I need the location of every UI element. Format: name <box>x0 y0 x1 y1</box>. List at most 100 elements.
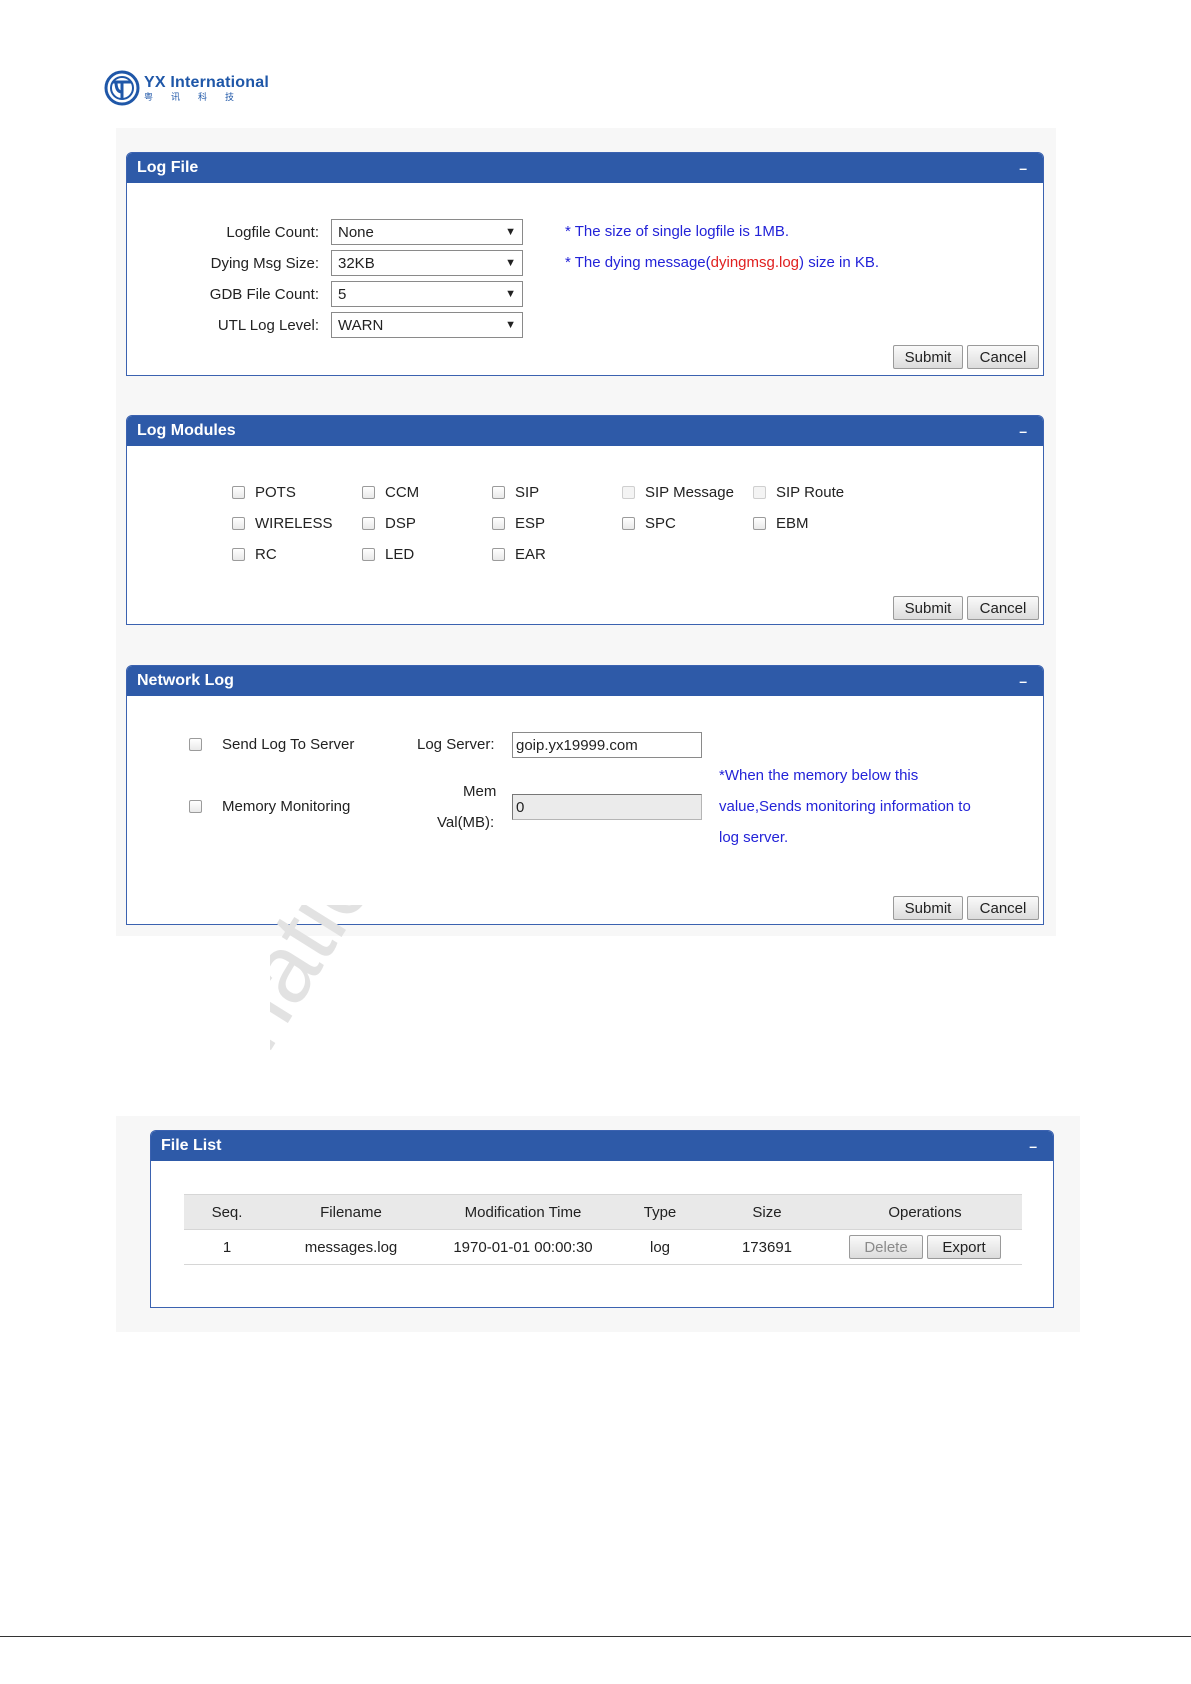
module-ear[interactable]: EAR <box>492 546 546 563</box>
collapse-icon[interactable]: – <box>1019 673 1033 689</box>
logfile-count-row: Logfile Count: None ▼ <box>141 219 523 245</box>
checkbox[interactable] <box>189 800 202 813</box>
file-list-panel: File List – Seq. Filename Modification T… <box>150 1130 1054 1308</box>
select-value: 32KB <box>338 254 375 272</box>
checkbox[interactable] <box>492 548 505 561</box>
mem-label-line1: Mem <box>463 783 497 800</box>
checkbox[interactable] <box>232 486 245 499</box>
logfile-size-note: * The size of single logfile is 1MB. <box>565 223 789 240</box>
select-value: None <box>338 223 374 241</box>
note-text: ) size in KB. <box>799 254 880 271</box>
checkbox[interactable] <box>232 517 245 530</box>
module-spc[interactable]: SPC <box>622 515 676 532</box>
delete-button[interactable]: Delete <box>849 1235 923 1259</box>
cell-filename: messages.log <box>270 1229 432 1265</box>
panel-title: Network Log <box>137 672 234 689</box>
module-label: RC <box>255 546 277 563</box>
col-mtime: Modification Time <box>432 1194 614 1230</box>
select-value: 5 <box>338 285 347 303</box>
checkbox[interactable] <box>622 486 635 499</box>
collapse-icon[interactable]: – <box>1029 1138 1043 1154</box>
checkbox[interactable] <box>753 486 766 499</box>
collapse-icon[interactable]: – <box>1019 423 1033 439</box>
gdb-file-count-select[interactable]: 5 ▼ <box>331 281 523 307</box>
cell-operations: Delete Export <box>828 1229 1022 1265</box>
panel-title: File List <box>161 1137 222 1154</box>
module-esp[interactable]: ESP <box>492 515 545 532</box>
mem-value-input[interactable]: 0 <box>512 794 702 820</box>
note-text: * The dying message( <box>565 254 711 271</box>
checkbox[interactable] <box>362 548 375 561</box>
utl-log-level-row: UTL Log Level: WARN ▼ <box>141 312 523 338</box>
module-rc[interactable]: RC <box>232 546 277 563</box>
module-wireless[interactable]: WIRELESS <box>232 515 333 532</box>
network-log-header: Network Log – <box>127 666 1043 696</box>
module-label: WIRELESS <box>255 515 333 532</box>
log-file-submit-button[interactable]: Submit <box>893 345 963 369</box>
cell-mtime: 1970-01-01 00:00:30 <box>432 1229 614 1265</box>
memory-note-line2: value,Sends monitoring information to <box>719 798 971 815</box>
dying-msg-size-select[interactable]: 32KB ▼ <box>331 250 523 276</box>
cell-size: 173691 <box>706 1229 828 1265</box>
checkbox[interactable] <box>362 486 375 499</box>
brand-subtitle: 粤讯科技 <box>144 91 253 102</box>
select-value: WARN <box>338 316 384 334</box>
log-file-panel: Log File – Logfile Count: None ▼ Dying Ms… <box>126 152 1044 376</box>
send-log-to-server[interactable]: Send Log To Server <box>189 736 354 753</box>
log-server-input[interactable]: goip.yx19999.com <box>512 732 702 758</box>
module-sip[interactable]: SIP <box>492 484 539 501</box>
panel-title: Log Modules <box>137 422 236 439</box>
module-dsp[interactable]: DSP <box>362 515 416 532</box>
table-header-row: Seq. Filename Modification Time Type Siz… <box>184 1194 1022 1230</box>
log-modules-panel: Log Modules – POTS CCM SIP SIP Message S… <box>126 415 1044 625</box>
collapse-icon[interactable]: – <box>1019 160 1033 176</box>
table-row: 1 messages.log 1970-01-01 00:00:30 log 1… <box>184 1229 1022 1265</box>
gdb-file-count-row: GDB File Count: 5 ▼ <box>141 281 523 307</box>
cell-seq: 1 <box>184 1229 270 1265</box>
page-footer-rule <box>0 1636 1191 1637</box>
log-modules-submit-button[interactable]: Submit <box>893 596 963 620</box>
network-log-cancel-button[interactable]: Cancel <box>967 896 1039 920</box>
memory-monitoring[interactable]: Memory Monitoring <box>189 798 350 815</box>
module-sip-route[interactable]: SIP Route <box>753 484 844 501</box>
checkbox[interactable] <box>753 517 766 530</box>
checkbox[interactable] <box>492 486 505 499</box>
module-label: CCM <box>385 484 420 501</box>
dying-msg-size-label: Dying Msg Size: <box>210 254 319 272</box>
file-list-table: Seq. Filename Modification Time Type Siz… <box>184 1194 1022 1265</box>
col-filename: Filename <box>270 1194 432 1230</box>
checkbox[interactable] <box>189 738 202 751</box>
module-label: ESP <box>515 515 546 532</box>
module-led[interactable]: LED <box>362 546 414 563</box>
module-ccm[interactable]: CCM <box>362 484 419 501</box>
dying-msg-note: * The dying message(dyingmsg.log) size i… <box>565 254 879 271</box>
logfile-count-label: Logfile Count: <box>226 223 319 241</box>
memory-note-line3: log server. <box>719 829 789 846</box>
checkbox[interactable] <box>492 517 505 530</box>
dying-msg-size-row: Dying Msg Size: 32KB ▼ <box>141 250 523 276</box>
module-sip-message[interactable]: SIP Message <box>622 484 734 501</box>
module-ebm[interactable]: EBM <box>753 515 809 532</box>
checkbox[interactable] <box>622 517 635 530</box>
dropdown-arrow-icon: ▼ <box>505 288 516 300</box>
col-operations: Operations <box>828 1194 1022 1230</box>
col-size: Size <box>706 1194 828 1230</box>
logfile-count-select[interactable]: None ▼ <box>331 219 523 245</box>
option-label: Memory Monitoring <box>222 798 351 815</box>
checkbox[interactable] <box>362 517 375 530</box>
dropdown-arrow-icon: ▼ <box>505 226 516 238</box>
utl-log-level-select[interactable]: WARN ▼ <box>331 312 523 338</box>
module-label: SIP <box>515 484 540 501</box>
checkbox[interactable] <box>232 548 245 561</box>
module-pots[interactable]: POTS <box>232 484 296 501</box>
log-modules-cancel-button[interactable]: Cancel <box>967 596 1039 620</box>
dropdown-arrow-icon: ▼ <box>505 257 516 269</box>
network-log-submit-button[interactable]: Submit <box>893 896 963 920</box>
log-file-cancel-button[interactable]: Cancel <box>967 345 1039 369</box>
dropdown-arrow-icon: ▼ <box>505 319 516 331</box>
log-modules-header: Log Modules – <box>127 416 1043 446</box>
cell-type: log <box>614 1229 706 1265</box>
export-button[interactable]: Export <box>927 1235 1001 1259</box>
watermark-text: rnational <box>270 905 464 1094</box>
module-label: DSP <box>385 515 416 532</box>
